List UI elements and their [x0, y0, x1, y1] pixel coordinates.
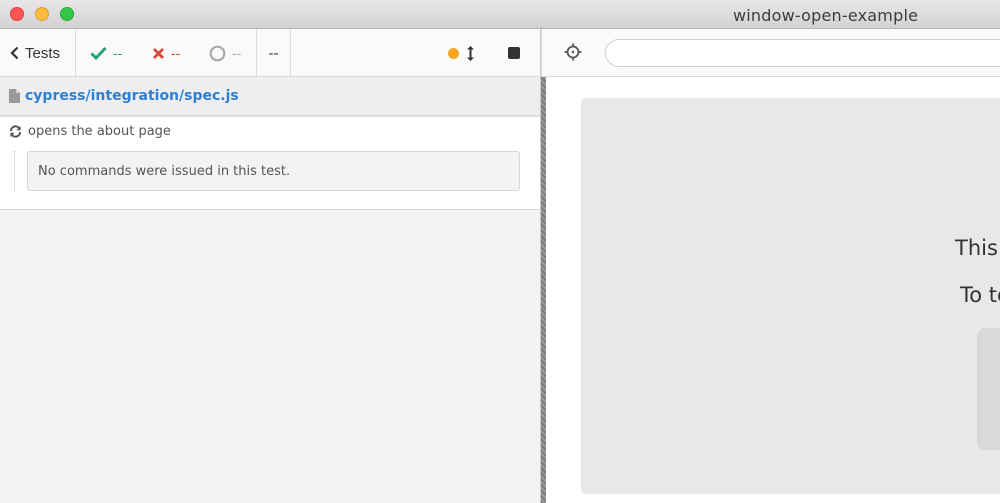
back-to-tests-button[interactable]: Tests — [0, 29, 76, 77]
spec-file-link[interactable]: cypress/integration/spec.js — [25, 88, 239, 104]
test-title-row[interactable]: opens the about page — [9, 124, 171, 139]
refresh-icon — [10, 125, 21, 138]
resizer-handle[interactable] — [541, 77, 546, 503]
chevron-left-icon — [10, 46, 19, 60]
close-window-button[interactable] — [10, 7, 24, 21]
failed-count: -- — [171, 45, 181, 61]
aut-header — [541, 29, 1000, 77]
window-titlebar: window-open-example — [0, 0, 1000, 29]
toggle-auto-scroll-button[interactable] — [466, 29, 475, 77]
failed-stat: -- — [152, 29, 180, 77]
window-title: window-open-example — [733, 6, 919, 25]
minimize-window-button[interactable] — [35, 7, 49, 21]
crosshairs-icon[interactable] — [564, 43, 582, 61]
aut-iframe[interactable]: This To te — [581, 98, 1000, 494]
frame-content-box — [977, 328, 1000, 450]
pending-stat: -- — [209, 29, 241, 77]
passed-stat: -- — [90, 29, 122, 77]
pending-count: -- — [232, 45, 242, 61]
command-gutter — [14, 151, 15, 191]
file-icon — [9, 89, 20, 103]
app-under-test-panel: This To te — [541, 29, 1000, 503]
no-commands-message: No commands were issued in this test. — [27, 151, 520, 191]
test-title: opens the about page — [28, 124, 171, 139]
reporter-panel: Tests -- -- -- -- cypress/integration/sp… — [0, 29, 540, 503]
duration: -- — [256, 29, 291, 77]
stop-button[interactable] — [508, 29, 520, 77]
x-icon — [153, 47, 164, 59]
check-icon — [90, 46, 107, 60]
arrows-vertical-icon — [467, 45, 474, 61]
reporter-header: Tests -- -- -- -- — [0, 29, 540, 77]
stop-icon — [508, 47, 520, 59]
url-input[interactable] — [605, 39, 1000, 67]
test-runnable: opens the about page No commands were is… — [0, 117, 540, 210]
spec-bar: cypress/integration/spec.js — [0, 77, 540, 116]
frame-heading-text: This — [955, 236, 998, 260]
status-dot-icon — [448, 48, 459, 59]
back-label: Tests — [25, 44, 61, 62]
passed-count: -- — [113, 45, 123, 61]
circle-notch-icon — [209, 45, 226, 61]
zoom-window-button[interactable] — [60, 7, 74, 21]
frame-body-text: To te — [960, 283, 1000, 307]
panel-resizer[interactable] — [540, 29, 559, 503]
